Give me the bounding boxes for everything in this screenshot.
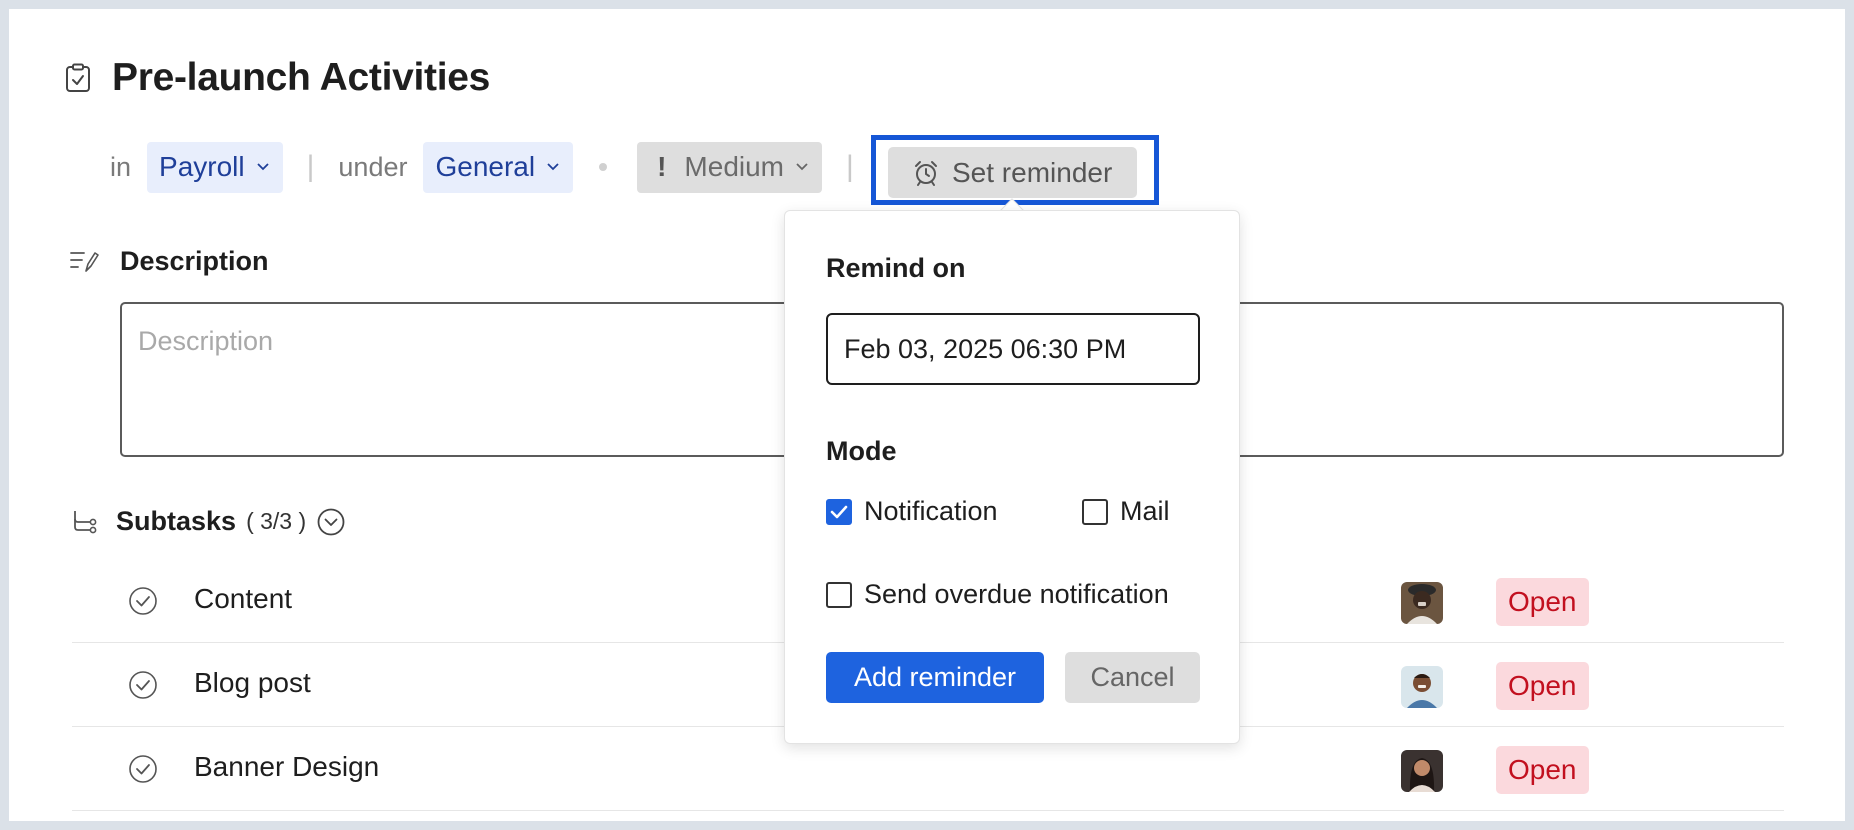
priority-icon: ! [657,151,667,182]
project-dropdown[interactable]: Payroll [147,141,283,193]
remind-on-label: Remind on [826,253,966,283]
subtask-name[interactable]: Blog post [194,667,311,699]
add-reminder-button[interactable]: Add reminder [826,652,1044,703]
reminder-popover: Remind on Feb 03, 2025 06:30 PM Mode Not… [784,210,1240,744]
tasklist-value: General [435,151,536,182]
description-placeholder: Description [138,326,274,356]
assignee-avatar[interactable] [1401,666,1443,708]
overdue-label: Send overdue notification [864,579,1169,609]
status-badge[interactable]: Open [1496,662,1589,710]
check-circle-icon[interactable] [128,586,158,616]
cancel-button[interactable]: Cancel [1065,652,1200,703]
subtasks-icon [72,509,98,535]
subtasks-count: ( 3/3 ) [246,508,307,534]
status-badge[interactable]: Open [1496,578,1589,626]
in-label: in [110,151,132,182]
assignee-avatar[interactable] [1401,750,1443,792]
status-badge[interactable]: Open [1496,746,1589,794]
under-label: under [338,151,408,182]
project-value: Payroll [159,151,245,182]
reminder-datetime-input[interactable]: Feb 03, 2025 06:30 PM [826,313,1200,385]
check-circle-icon[interactable] [128,670,158,700]
chevron-down-icon [796,163,808,171]
chevron-down-circle-icon[interactable] [316,507,346,537]
notification-option[interactable]: Notification [826,496,998,527]
task-title-row: Pre-launch Activities [58,56,490,100]
check-circle-icon[interactable] [128,754,158,784]
separator: | [306,150,315,183]
description-label: Description [120,246,269,276]
separator: | [846,150,854,183]
subtasks-header: Subtasks ( 3/3 ) [72,506,346,537]
mail-option[interactable]: Mail [1082,496,1170,527]
clipboard-check-icon [58,58,98,98]
set-reminder-button[interactable]: Set reminder [888,147,1137,198]
mode-label: Mode [826,436,897,466]
description-header: Description [70,246,269,277]
subtasks-label: Subtasks [116,506,237,536]
task-meta-row: in Payroll | under General ! Medium | [110,137,878,197]
alarm-clock-icon [912,159,940,187]
notification-label: Notification [864,496,998,526]
priority-value: Medium [684,151,785,182]
priority-dropdown[interactable]: ! Medium [637,141,823,193]
description-icon [70,250,100,274]
overdue-option[interactable]: Send overdue notification [826,579,1169,610]
tasklist-dropdown[interactable]: General [423,141,574,193]
chevron-down-icon [256,163,269,171]
mail-label: Mail [1120,496,1170,526]
subtask-name[interactable]: Banner Design [194,751,379,783]
chevron-down-icon [547,163,559,171]
task-title[interactable]: Pre-launch Activities [112,56,490,100]
set-reminder-label: Set reminder [952,156,1113,188]
assignee-avatar[interactable] [1401,582,1443,624]
overdue-checkbox[interactable] [826,581,852,608]
subtask-name[interactable]: Content [194,583,292,615]
notification-checkbox[interactable] [826,498,852,525]
reminder-datetime-value: Feb 03, 2025 06:30 PM [844,333,1127,364]
mail-checkbox[interactable] [1082,498,1108,525]
separator-dot [599,163,608,171]
